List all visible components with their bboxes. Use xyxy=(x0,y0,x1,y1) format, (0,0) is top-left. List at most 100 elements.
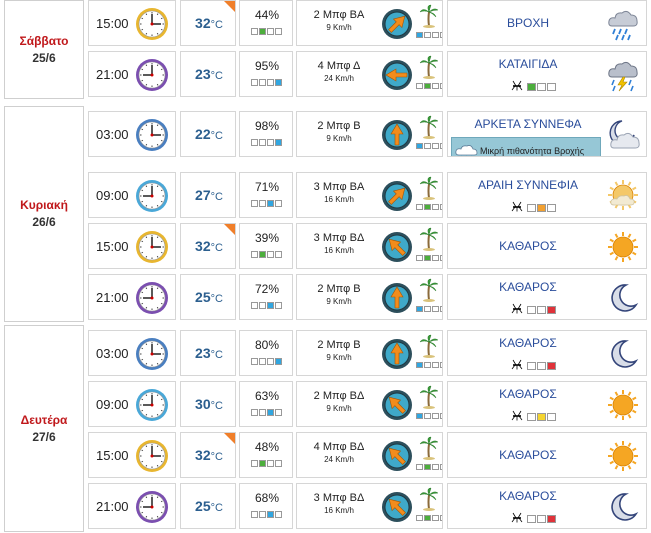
day-name: Δευτέρα xyxy=(20,412,68,427)
palm-tree-icon xyxy=(419,176,439,200)
humidity-cell: 72% xyxy=(239,274,293,320)
wind-direction-icon xyxy=(381,491,413,523)
temperature: 27°C xyxy=(181,187,235,203)
sky-cell: ΑΡΚΕΤΑ ΣΥΝΝΕΦΑ Μικρή πιθανότητα Βροχής xyxy=(447,111,647,157)
humidity-value: 44% xyxy=(254,8,280,22)
wind-direction-icon xyxy=(381,59,413,91)
rain-chance-text: Μικρή πιθανότητα Βροχής xyxy=(480,146,585,156)
time-label: 15:00 xyxy=(96,239,129,254)
wind-text: 3 Μπφ ΒΔ 16 Km/h xyxy=(299,231,379,256)
humidity-cell: 95% xyxy=(239,51,293,97)
day-name: Κυριακή xyxy=(20,198,68,212)
day-date: 26/6 xyxy=(32,215,56,229)
sky-condition: ΒΡΟΧΗ xyxy=(506,16,549,30)
palm-tree-icon xyxy=(419,334,439,358)
temperature-cell: 23°C xyxy=(180,51,236,97)
wind-direction-icon xyxy=(381,119,413,151)
humidity-value: 48% xyxy=(254,440,280,454)
mosquito-indicator xyxy=(510,301,556,319)
mosquito-icon xyxy=(510,510,524,528)
time-label: 21:00 xyxy=(96,67,129,82)
humidity-cell: 98% xyxy=(239,111,293,157)
wind-text: 3 Μπφ ΒΔ 16 Km/h xyxy=(299,491,379,516)
wind-speed: 16 Km/h xyxy=(324,506,354,515)
time-label: 15:00 xyxy=(96,448,129,463)
forecast-row: 15:00 32°C 48% 4 Μπφ ΒΔ 24 Km/h ΚΑΘΑΡΟΣ xyxy=(88,432,648,478)
time-label: 21:00 xyxy=(96,290,129,305)
forecast-row: 03:00 23°C 80% 2 Μπφ Β 9 Km/h ΚΑΘΑΡΟΣ xyxy=(88,330,648,376)
temperature: 30°C xyxy=(181,396,235,412)
time-label: 15:00 xyxy=(96,16,129,31)
palm-tree-icon xyxy=(419,227,439,251)
day-cell: Δευτέρα 27/6 xyxy=(4,325,84,532)
sky-cell: ΚΑΤΑΙΓΙΔΑ xyxy=(447,51,647,97)
humidity-cell: 68% xyxy=(239,483,293,529)
temperature-value: 23 xyxy=(195,66,211,82)
wind-direction-icon xyxy=(381,231,413,263)
temperature: 25°C xyxy=(181,289,235,305)
clock-icon xyxy=(135,490,169,524)
time-cell: 21:00 xyxy=(88,483,176,529)
hot-flag-icon xyxy=(224,1,235,12)
palm-tree-icon xyxy=(419,436,439,460)
time-cell: 15:00 xyxy=(88,0,176,46)
temperature: 32°C xyxy=(181,447,235,463)
rain-icon xyxy=(606,7,640,41)
humidity-level-bar xyxy=(251,460,282,467)
wind-cell: 2 Μπφ Β 9 Km/h xyxy=(296,330,443,376)
wind-cell: 3 Μπφ ΒΔ 16 Km/h xyxy=(296,483,443,529)
wind-direction-icon xyxy=(381,389,413,421)
time-cell: 03:00 xyxy=(88,111,176,157)
humidity-value: 39% xyxy=(254,231,280,245)
mosquito-indicator xyxy=(510,357,556,375)
temperature: 32°C xyxy=(181,238,235,254)
time-cell: 09:00 xyxy=(88,381,176,427)
temperature-cell: 27°C xyxy=(180,172,236,218)
clock-icon xyxy=(135,388,169,422)
wind-beaufort: 2 Μπφ Β xyxy=(317,339,361,351)
wind-direction-icon xyxy=(381,440,413,472)
humidity-level-bar xyxy=(251,511,282,518)
forecast-row: 21:00 25°C 72% 2 Μπφ Β 9 Km/h ΚΑΘΑΡΟΣ xyxy=(88,274,648,320)
day-name: Σάββατο xyxy=(19,33,69,48)
time-cell: 21:00 xyxy=(88,51,176,97)
palm-tree-icon xyxy=(419,385,439,409)
clock-icon xyxy=(135,118,169,152)
wind-text: 2 Μπφ ΒΑ 9 Km/h xyxy=(299,8,379,33)
temperature-unit: °C xyxy=(210,400,223,412)
sky-cell: ΚΑΘΑΡΟΣ xyxy=(447,223,647,269)
wind-level-bar xyxy=(416,413,442,419)
forecast-row: 21:00 25°C 68% 3 Μπφ ΒΔ 16 Km/h ΚΑΘΑΡΟΣ xyxy=(88,483,648,529)
sky-cell: ΒΡΟΧΗ xyxy=(447,0,647,46)
time-label: 09:00 xyxy=(96,397,129,412)
sky-cell: ΚΑΘΑΡΟΣ xyxy=(447,330,647,376)
temperature-cell: 22°C xyxy=(180,111,236,157)
temperature: 32°C xyxy=(181,15,235,31)
wind-beaufort: 4 Μπφ ΒΔ xyxy=(313,441,365,453)
sky-condition: ΚΑΘΑΡΟΣ xyxy=(499,280,557,294)
mosquito-level-bar xyxy=(527,413,556,421)
wind-text: 2 Μπφ Β 9 Km/h xyxy=(299,338,379,363)
temperature: 23°C xyxy=(181,345,235,361)
forecast-row: 09:00 30°C 63% 2 Μπφ ΒΔ 9 Km/h ΚΑΘΑΡΟΣ xyxy=(88,381,648,427)
wind-level-bar xyxy=(416,306,442,312)
temperature-value: 32 xyxy=(195,447,211,463)
storm-icon xyxy=(606,58,640,92)
mosquito-indicator xyxy=(510,199,556,217)
temperature-value: 32 xyxy=(195,15,211,31)
temperature-value: 25 xyxy=(195,498,211,514)
humidity-cell: 71% xyxy=(239,172,293,218)
moon-icon xyxy=(606,281,640,315)
time-label: 09:00 xyxy=(96,188,129,203)
temperature-value: 23 xyxy=(195,345,211,361)
mosquito-icon xyxy=(510,199,524,217)
forecast-row: 21:00 23°C 95% 4 Μπφ Δ 24 Km/h ΚΑΤΑΙΓΙΔΑ xyxy=(88,51,648,97)
wind-speed: 9 Km/h xyxy=(326,353,352,362)
clock-icon xyxy=(135,439,169,473)
time-cell: 15:00 xyxy=(88,432,176,478)
mosquito-icon xyxy=(510,357,524,375)
sky-cell: ΚΑΘΑΡΟΣ xyxy=(447,381,647,427)
sky-condition: ΑΡΑΙΗ ΣΥΝΝΕΦΙΑ xyxy=(477,178,579,192)
day-date: 25/6 xyxy=(32,50,56,65)
wind-cell: 2 Μπφ ΒΔ 9 Km/h xyxy=(296,381,443,427)
